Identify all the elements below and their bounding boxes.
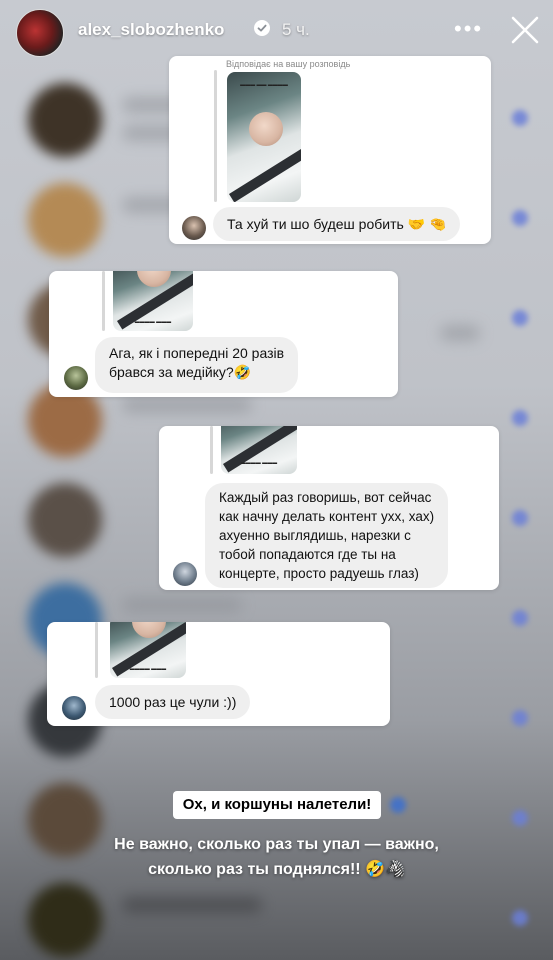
close-icon[interactable] [509, 14, 541, 46]
message-line: Ага, як і попередні 20 разів [109, 345, 285, 361]
username[interactable]: alex_slobozhenko [78, 20, 224, 40]
blurred-text [122, 897, 262, 913]
blurred-text [440, 325, 480, 341]
profile-avatar[interactable] [16, 9, 64, 57]
message-bubble: Та хуй ти шо будеш робить 🤝 🤏 [213, 207, 461, 241]
unread-dot [512, 210, 528, 226]
verified-badge-icon [254, 20, 270, 36]
thumbnail-person [249, 112, 283, 146]
unread-dot [390, 797, 406, 813]
message-line: концерте, просто радуешь глаз) [219, 566, 419, 581]
quote-bar [95, 622, 98, 678]
blurred-avatar [28, 883, 102, 957]
quote-bar [210, 426, 213, 474]
thumbnail-person [132, 622, 166, 638]
story-text-tag: Ох, и коршуны налетели! [173, 791, 381, 819]
reply-card: Відповідає на вашу розповідь ▬▬▬ ▬▬ ▬▬▬▬… [169, 56, 491, 244]
unread-dot [512, 710, 528, 726]
message-line: Каждый раз говоришь, вот сейчас [219, 490, 432, 505]
quote-bar [214, 70, 217, 202]
story-thumbnail[interactable]: ▬▬▬▬ ▬▬▬ [221, 426, 297, 474]
reply-card: ▬▬▬▬ ▬▬▬ 1000 раз це чули :)) [47, 622, 390, 726]
thumbnail-caption: ▬▬▬▬ ▬▬▬ [240, 460, 278, 466]
blurred-avatar [28, 183, 102, 257]
story-time: 5 ч. [282, 20, 310, 39]
message-line: ахуенно выглядишь, нарезки с [219, 528, 411, 543]
thumbnail-caption: ▬▬▬ ▬▬ ▬▬▬▬ [240, 82, 288, 88]
story-thumbnail[interactable]: ▬▬▬▬ ▬▬▬ [113, 271, 193, 331]
message-line: брався за медійку?🤣 [109, 364, 252, 380]
sender-avatar[interactable] [62, 696, 86, 720]
message-line: тобой попадаются где ты на [219, 547, 396, 562]
message-line: как начну делать контент ухх, хах) [219, 509, 435, 524]
thumbnail-caption: ▬▬▬▬ ▬▬▬ [134, 319, 172, 325]
sender-avatar[interactable] [182, 216, 206, 240]
quote-bar [102, 271, 105, 331]
unread-dot [512, 110, 528, 126]
message-bubble: Каждый раз говоришь, вот сейчас как начн… [205, 483, 449, 588]
unread-dot [512, 610, 528, 626]
blurred-text [122, 397, 252, 413]
story-caption-line: Не важно, сколько раз ты упал — важно, [114, 836, 439, 853]
blurred-row [0, 875, 553, 960]
unread-dot [512, 410, 528, 426]
unread-dot [512, 310, 528, 326]
blurred-text [122, 597, 242, 613]
story-caption-line: сколько раз ты поднялся!! 🤣🦓 [148, 861, 405, 878]
blurred-avatar [28, 83, 102, 157]
message-bubble: Ага, як і попередні 20 разів брався за м… [95, 337, 299, 393]
more-options-icon[interactable]: ••• [454, 16, 483, 42]
reply-label: Відповідає на вашу розповідь [226, 59, 351, 69]
reply-card: ▬▬▬▬ ▬▬▬ Каждый раз говоришь, вот сейчас… [159, 426, 499, 590]
unread-dot [512, 510, 528, 526]
thumbnail-person [137, 271, 171, 287]
sender-avatar[interactable] [173, 562, 197, 586]
thumbnail-caption: ▬▬▬▬ ▬▬▬ [129, 666, 167, 672]
unread-dot [512, 910, 528, 926]
story-thumbnail[interactable]: ▬▬▬▬ ▬▬▬ [110, 622, 186, 678]
story-header: alex_slobozhenko 5 ч. ••• [0, 0, 553, 64]
reply-card: ▬▬▬▬ ▬▬▬ Ага, як і попередні 20 разів бр… [49, 271, 398, 397]
blurred-avatar [28, 483, 102, 557]
message-bubble: 1000 раз це чули :)) [95, 685, 251, 719]
story-thumbnail[interactable]: ▬▬▬ ▬▬ ▬▬▬▬ [227, 72, 301, 202]
unread-dot [512, 810, 528, 826]
sender-avatar[interactable] [64, 366, 88, 390]
